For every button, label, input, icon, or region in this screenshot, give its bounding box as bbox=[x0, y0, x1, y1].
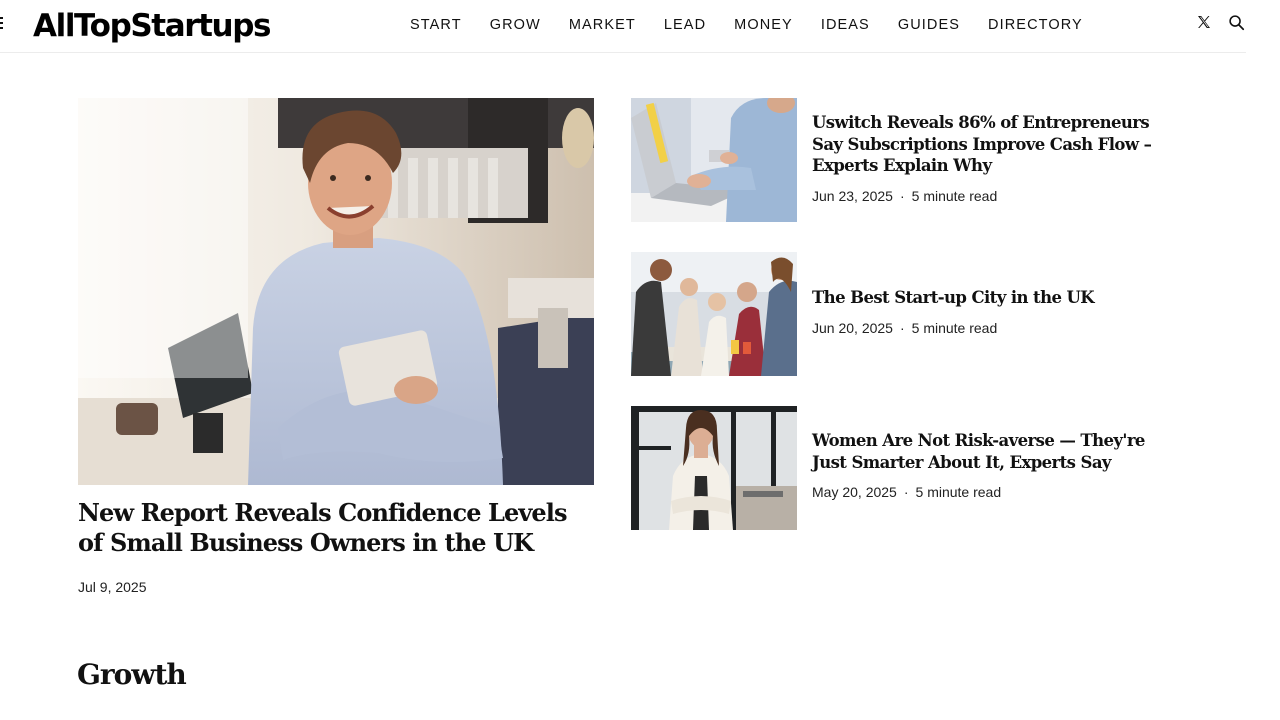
side-article-title[interactable]: Uswitch Reveals 86% of Entrepreneurs Say… bbox=[812, 112, 1152, 177]
meta-separator: · bbox=[899, 187, 905, 204]
search-icon[interactable] bbox=[1228, 14, 1246, 32]
section-title-growth: Growth bbox=[77, 658, 187, 691]
nav-item-money[interactable]: MONEY bbox=[720, 17, 807, 33]
featured-article-image[interactable] bbox=[78, 98, 594, 485]
side-article-read-time: 5 minute read bbox=[911, 187, 998, 204]
nav-item-directory[interactable]: DIRECTORY bbox=[974, 17, 1097, 33]
meta-separator: · bbox=[899, 319, 905, 336]
x-twitter-icon[interactable] bbox=[1196, 14, 1214, 32]
menu-icon[interactable] bbox=[0, 17, 4, 31]
side-article-image[interactable] bbox=[631, 98, 797, 222]
side-article[interactable]: The Best Start-up City in the UK Jun 20,… bbox=[631, 252, 1151, 376]
nav-item-ideas[interactable]: IDEAS bbox=[807, 17, 884, 33]
featured-article-title[interactable]: New Report Reveals Confidence Levels of … bbox=[78, 498, 598, 558]
side-article-meta: May 20, 2025 · 5 minute read bbox=[812, 484, 1152, 500]
side-article-date: Jun 20, 2025 bbox=[812, 319, 893, 336]
side-article-title[interactable]: The Best Start-up City in the UK bbox=[812, 287, 1152, 309]
meta-separator: · bbox=[903, 484, 909, 500]
side-article-date: Jun 23, 2025 bbox=[812, 187, 893, 204]
side-article-image[interactable] bbox=[631, 252, 797, 376]
side-article[interactable]: Uswitch Reveals 86% of Entrepreneurs Say… bbox=[631, 98, 1152, 222]
nav-item-guides[interactable]: GUIDES bbox=[884, 17, 974, 33]
side-article[interactable]: Women Are Not Risk-averse — They're Just… bbox=[631, 406, 1151, 530]
side-article-image[interactable] bbox=[631, 406, 797, 530]
main-nav: START GROW MARKET LEAD MONEY IDEAS GUIDE… bbox=[396, 0, 1097, 50]
nav-item-market[interactable]: MARKET bbox=[555, 17, 650, 33]
nav-item-grow[interactable]: GROW bbox=[476, 17, 555, 33]
side-article-title[interactable]: Women Are Not Risk-averse — They're Just… bbox=[812, 430, 1152, 473]
side-article-read-time: 5 minute read bbox=[915, 484, 1002, 500]
side-article-read-time: 5 minute read bbox=[911, 319, 998, 336]
featured-article-date: Jul 9, 2025 bbox=[78, 579, 147, 595]
header-icons bbox=[1196, 14, 1246, 32]
side-article-meta: Jun 23, 2025 · 5 minute read bbox=[812, 188, 1152, 204]
site-header: AllTopStartups START GROW MARKET LEAD MO… bbox=[0, 0, 1246, 53]
nav-item-start[interactable]: START bbox=[396, 17, 476, 33]
nav-item-lead[interactable]: LEAD bbox=[650, 17, 720, 33]
site-logo[interactable]: AllTopStartups bbox=[33, 6, 271, 46]
side-article-date: May 20, 2025 bbox=[812, 484, 897, 500]
side-article-meta: Jun 20, 2025 · 5 minute read bbox=[812, 320, 1152, 336]
